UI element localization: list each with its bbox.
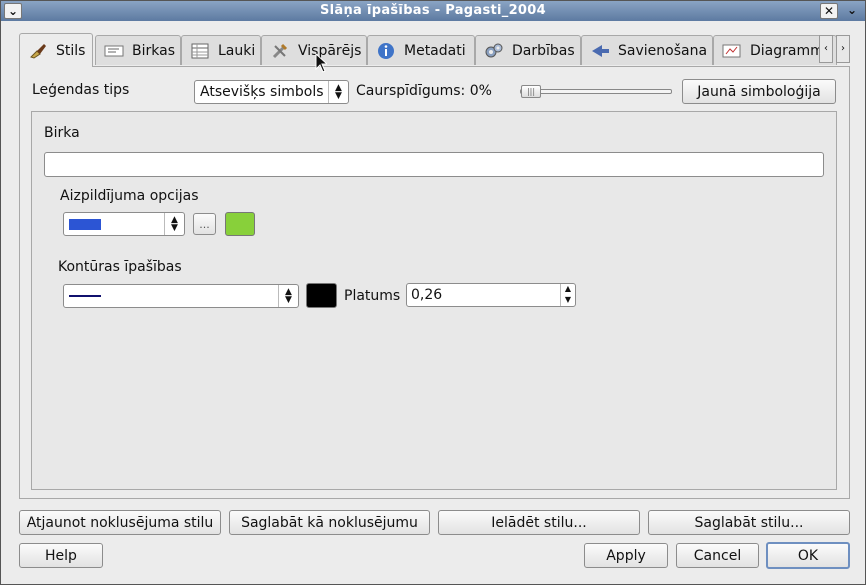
- tab-joins[interactable]: Savienošana: [581, 35, 713, 65]
- gears-icon: [484, 42, 504, 60]
- restore-default-style-button[interactable]: Atjaunot noklusējuma stilu: [19, 510, 221, 535]
- transparency-slider-track[interactable]: [520, 89, 672, 94]
- outline-color-button[interactable]: [306, 283, 337, 308]
- help-button[interactable]: Help: [19, 543, 103, 568]
- outline-line-preview: [69, 295, 101, 297]
- tab-scroll-left[interactable]: ‹: [819, 35, 833, 63]
- load-style-button[interactable]: Ielādēt stilu...: [438, 510, 640, 535]
- transparency-slider-handle[interactable]: |||: [521, 85, 541, 98]
- tab-label: Birkas: [132, 42, 175, 59]
- label-icon: [104, 42, 124, 60]
- cancel-button[interactable]: Cancel: [676, 543, 759, 568]
- width-value: 0,26: [411, 287, 443, 303]
- tab-scroll-right[interactable]: ›: [836, 35, 850, 63]
- window-title: Slāņa īpašības - Pagasti_2004: [320, 3, 546, 18]
- title-bar[interactable]: ⌄ Slāņa īpašības - Pagasti_2004 ✕ ⌄: [1, 1, 865, 21]
- brush-icon: [28, 42, 48, 60]
- save-as-default-button[interactable]: Saglabāt kā noklusējumu: [229, 510, 430, 535]
- fill-pattern-select[interactable]: ▲ ▼: [63, 212, 185, 236]
- spinner-arrows-icon[interactable]: ▲ ▼: [560, 284, 575, 306]
- tab-general[interactable]: Vispārējs: [261, 35, 367, 65]
- minimize-button[interactable]: ⌄: [843, 3, 861, 19]
- close-button[interactable]: ✕: [820, 3, 838, 19]
- tab-label: Darbības: [512, 42, 575, 59]
- tab-label: Metadati: [404, 42, 466, 59]
- tab-actions[interactable]: Darbības: [475, 35, 581, 65]
- legend-type-value: Atsevišķs simbols: [200, 84, 324, 100]
- apply-button[interactable]: Apply: [584, 543, 668, 568]
- chevron-updown-icon: ▲ ▼: [328, 81, 348, 103]
- tab-labels[interactable]: Birkas: [95, 35, 181, 65]
- outline-style-select[interactable]: ▲ ▼: [63, 284, 299, 308]
- tab-label: Stils: [56, 42, 86, 59]
- layer-properties-window: ⌄ Slāņa īpašības - Pagasti_2004 ✕ ⌄ Stil…: [0, 0, 866, 585]
- chevron-updown-icon: ▲ ▼: [164, 213, 184, 235]
- tab-label: Diagramm: [750, 42, 824, 59]
- transparency-label: Caurspīdīgums: 0%: [356, 83, 492, 99]
- table-icon: [190, 42, 210, 60]
- tab-fields[interactable]: Lauki: [181, 35, 261, 65]
- tab-bar: Stils Birkas Lauki Vispārējs Metadati Da…: [19, 33, 854, 67]
- join-icon: [590, 42, 610, 60]
- fill-color-button[interactable]: [225, 212, 255, 236]
- width-spinbox[interactable]: 0,26 ▲ ▼: [406, 283, 576, 307]
- chevron-updown-icon: ▲ ▼: [278, 285, 298, 307]
- tab-label: Vispārējs: [298, 42, 362, 59]
- legend-type-select[interactable]: Atsevišķs simbols ▲ ▼: [194, 80, 349, 104]
- diagram-icon: [722, 42, 742, 60]
- tab-label: Savienošana: [618, 42, 708, 59]
- outline-properties-label: Kontūras īpašības: [58, 259, 182, 275]
- tag-input[interactable]: [44, 152, 824, 177]
- width-label: Platums: [344, 288, 401, 304]
- mouse-cursor-icon: [315, 52, 329, 77]
- tab-label: Lauki: [218, 42, 256, 59]
- legend-type-label: Leģendas tips: [32, 82, 130, 98]
- tools-icon: [270, 42, 290, 60]
- fill-pattern-preview: [69, 218, 101, 230]
- tab-style[interactable]: Stils: [19, 33, 93, 67]
- ok-button[interactable]: OK: [766, 542, 850, 569]
- fill-options-label: Aizpildījuma opcijas: [60, 188, 199, 204]
- new-symbology-button[interactable]: Jaunā simboloģija: [682, 79, 836, 104]
- save-style-button[interactable]: Saglabāt stilu...: [648, 510, 850, 535]
- tab-metadata[interactable]: Metadati: [367, 35, 475, 65]
- tag-label: Birka: [44, 125, 80, 141]
- fill-more-button[interactable]: ...: [193, 213, 216, 235]
- info-icon: [376, 42, 396, 60]
